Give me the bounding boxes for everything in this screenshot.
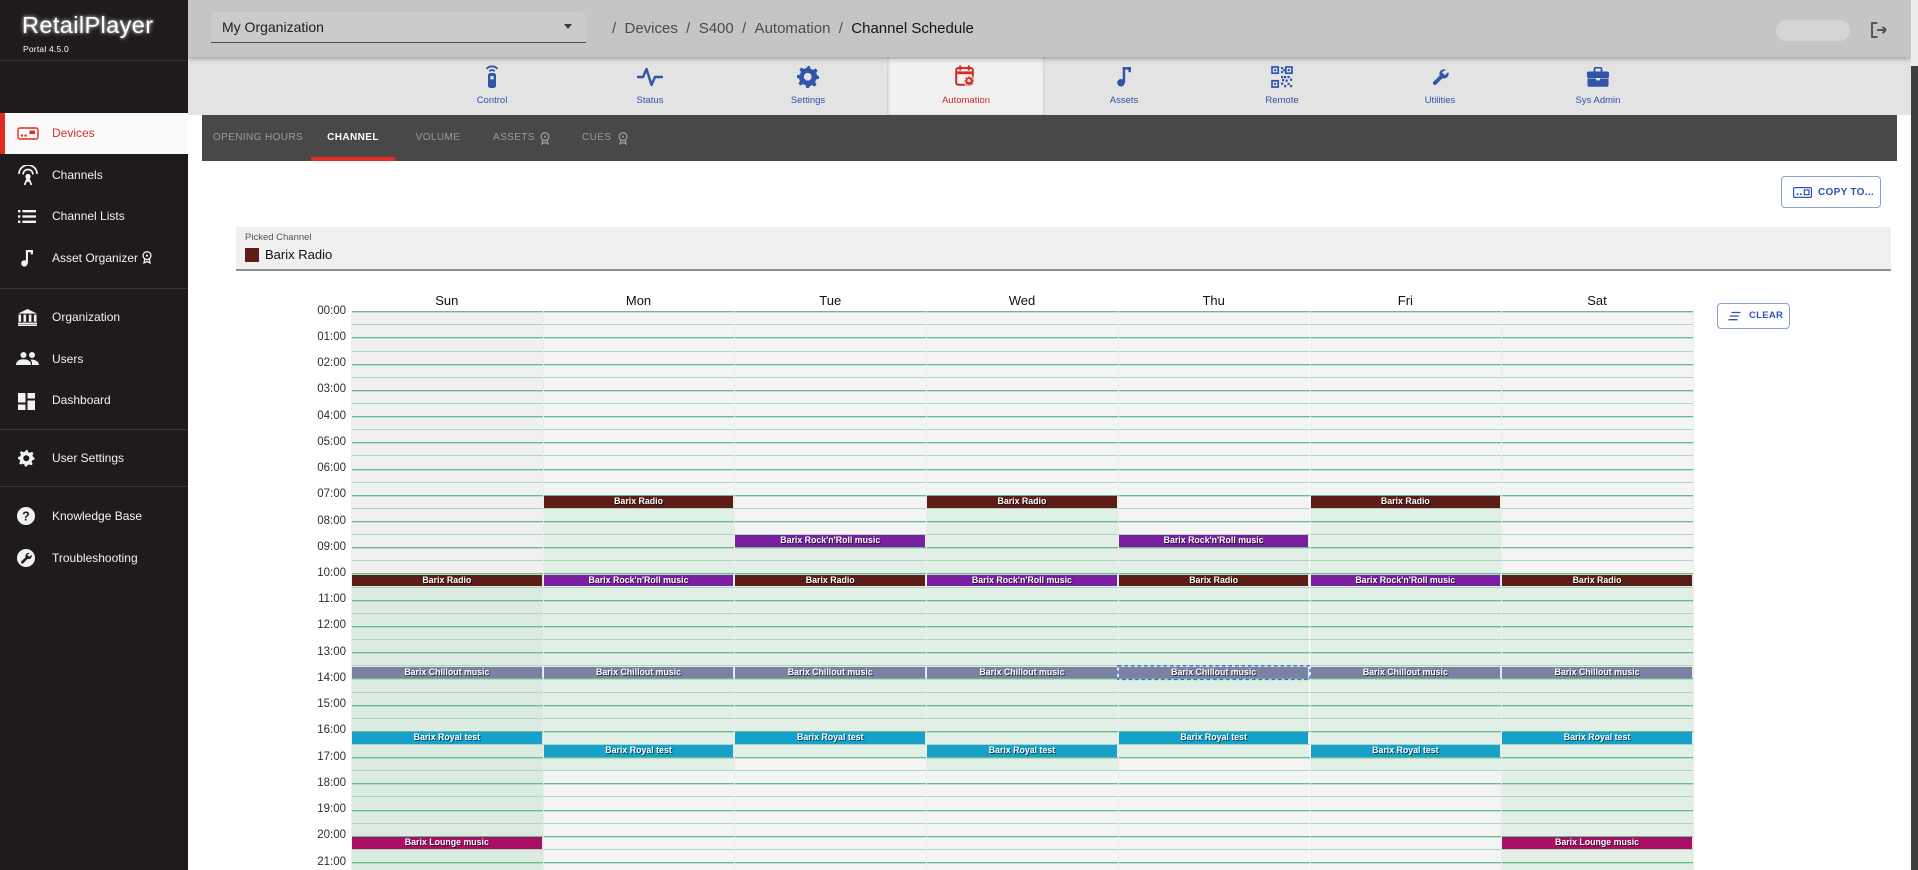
svg-text:?: ?	[22, 509, 30, 523]
